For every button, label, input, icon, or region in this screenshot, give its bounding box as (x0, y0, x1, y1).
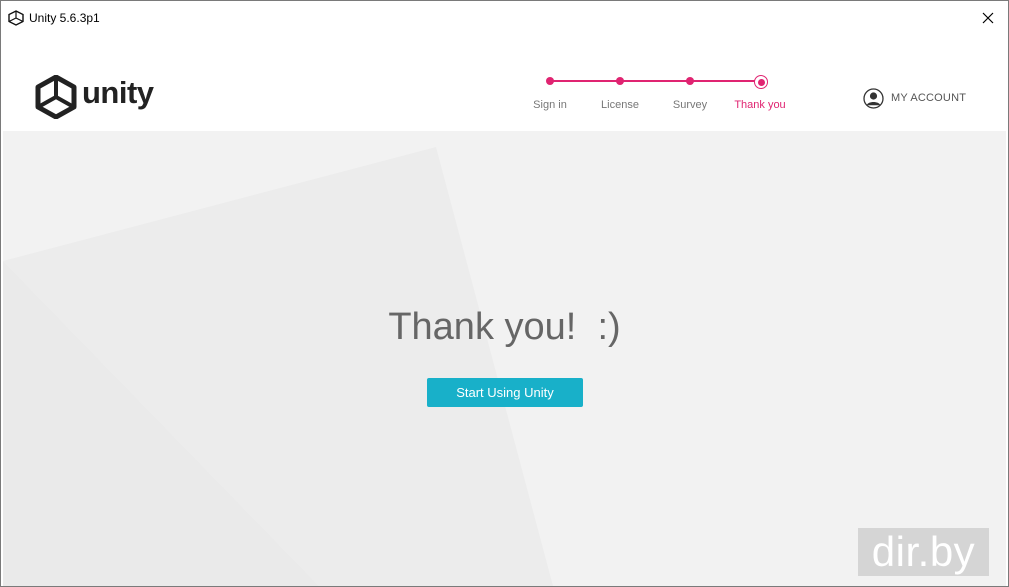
step-connector (620, 80, 690, 82)
window-title: Unity 5.6.3p1 (29, 11, 100, 25)
close-button[interactable] (968, 1, 1008, 35)
start-using-unity-button[interactable]: Start Using Unity (427, 378, 583, 407)
header: unity Sign in License Survey Thank you M… (3, 35, 1006, 131)
watermark: dir.by (858, 528, 989, 576)
step-connector (550, 80, 620, 82)
step-dot-license (616, 77, 624, 85)
step-dot-survey (686, 77, 694, 85)
unity-app-icon (8, 10, 24, 26)
close-icon (982, 12, 994, 24)
progress-steps: Sign in License Survey Thank you (3, 35, 1006, 131)
installer-window: Unity 5.6.3p1 unity Sign in License Surv… (0, 0, 1009, 587)
title-bar[interactable]: Unity 5.6.3p1 (1, 1, 1008, 35)
thank-you-heading: Thank you! :) (388, 306, 621, 348)
account-avatar-icon (863, 87, 884, 109)
step-connector (690, 80, 758, 82)
step-label-survey: Survey (672, 99, 708, 111)
background-shapes (3, 147, 553, 586)
step-label-sign-in: Sign in (533, 99, 567, 111)
main-content: Thank you! :) Start Using Unity (3, 131, 1006, 586)
step-label-thank-you: Thank you (734, 99, 786, 111)
step-label-license: License (601, 99, 639, 111)
my-account-label: MY ACCOUNT (891, 92, 967, 104)
my-account-button[interactable]: MY ACCOUNT (863, 87, 966, 109)
step-dot-thank-you (754, 75, 768, 89)
step-dot-sign-in (546, 77, 554, 85)
